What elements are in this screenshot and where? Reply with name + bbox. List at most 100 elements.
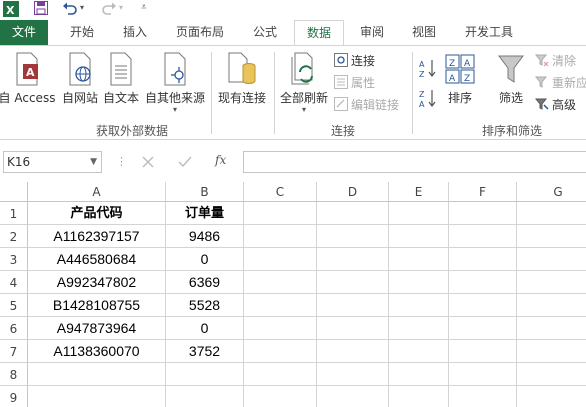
cell-c3[interactable] <box>244 248 317 271</box>
cell-d6[interactable] <box>317 317 389 340</box>
column-header-g[interactable]: G <box>517 182 586 202</box>
cell-a4[interactable]: A992347802 <box>28 271 166 294</box>
cell-a1[interactable]: 产品代码 <box>28 202 166 225</box>
cell-c5[interactable] <box>244 294 317 317</box>
enter-check-icon[interactable] <box>178 156 192 168</box>
cell-e2[interactable] <box>389 225 449 248</box>
cell-e8[interactable] <box>389 363 449 386</box>
row-header-3[interactable]: 3 <box>0 248 28 271</box>
cell-f8[interactable] <box>449 363 517 386</box>
column-header-c[interactable]: C <box>244 182 317 202</box>
insert-function-icon[interactable]: fx <box>215 153 226 167</box>
tab-view[interactable]: 视图 <box>400 20 448 45</box>
existing-connections-button[interactable]: 现有连接 <box>214 52 270 106</box>
cell-e4[interactable] <box>389 271 449 294</box>
refresh-all-button[interactable]: 全部刷新 ▾ <box>277 52 331 114</box>
cell-a2[interactable]: A1162397157 <box>28 225 166 248</box>
cell-c4[interactable] <box>244 271 317 294</box>
row-header-2[interactable]: 2 <box>0 225 28 248</box>
tab-formulas[interactable]: 公式 <box>240 20 290 45</box>
cell-a8[interactable] <box>28 363 166 386</box>
cell-f5[interactable] <box>449 294 517 317</box>
cell-g1[interactable] <box>517 202 586 225</box>
chevron-down-icon[interactable]: ▼ <box>90 152 97 172</box>
column-header-a[interactable]: A <box>28 182 166 202</box>
from-web-button[interactable]: 自网站 <box>60 52 100 106</box>
cell-c6[interactable] <box>244 317 317 340</box>
row-header-1[interactable]: 1 <box>0 202 28 225</box>
cell-b1[interactable]: 订单量 <box>166 202 244 225</box>
row-header-9[interactable]: 9 <box>0 386 28 407</box>
cell-e3[interactable] <box>389 248 449 271</box>
cell-f7[interactable] <box>449 340 517 363</box>
edit-links-button[interactable]: 编辑链接 <box>334 96 399 114</box>
cell-c7[interactable] <box>244 340 317 363</box>
from-other-sources-button[interactable]: 自其他来源 ▾ <box>142 52 208 114</box>
cell-e5[interactable] <box>389 294 449 317</box>
cell-f1[interactable] <box>449 202 517 225</box>
from-access-button[interactable]: A 自 Access <box>0 52 56 106</box>
cell-g5[interactable] <box>517 294 586 317</box>
cell-b4[interactable]: 6369 <box>166 271 244 294</box>
clear-filter-button[interactable]: 清除 <box>535 52 576 70</box>
undo-icon[interactable] <box>62 1 78 15</box>
name-box[interactable]: K16 ▼ <box>3 151 102 173</box>
advanced-filter-button[interactable]: 高级 <box>535 96 576 114</box>
row-header-7[interactable]: 7 <box>0 340 28 363</box>
cell-d7[interactable] <box>317 340 389 363</box>
cell-g8[interactable] <box>517 363 586 386</box>
cell-a7[interactable]: A1138360070 <box>28 340 166 363</box>
cell-d8[interactable] <box>317 363 389 386</box>
cell-g9[interactable] <box>517 386 586 407</box>
tab-page-layout[interactable]: 页面布局 <box>162 20 238 45</box>
cancel-icon[interactable] <box>142 156 154 168</box>
cell-b2[interactable]: 9486 <box>166 225 244 248</box>
cell-b5[interactable]: 5528 <box>166 294 244 317</box>
cell-g7[interactable] <box>517 340 586 363</box>
cell-d9[interactable] <box>317 386 389 407</box>
cell-g3[interactable] <box>517 248 586 271</box>
cell-c8[interactable] <box>244 363 317 386</box>
cell-e1[interactable] <box>389 202 449 225</box>
tab-home[interactable]: 开始 <box>56 20 108 45</box>
cell-c9[interactable] <box>244 386 317 407</box>
sort-button[interactable]: Z A A Z 排序 <box>440 52 480 106</box>
column-header-e[interactable]: E <box>389 182 449 202</box>
cell-f6[interactable] <box>449 317 517 340</box>
tab-file[interactable]: 文件 <box>0 20 48 45</box>
row-header-4[interactable]: 4 <box>0 271 28 294</box>
cell-b3[interactable]: 0 <box>166 248 244 271</box>
cell-c1[interactable] <box>244 202 317 225</box>
tab-insert[interactable]: 插入 <box>110 20 160 45</box>
cell-d2[interactable] <box>317 225 389 248</box>
cell-b8[interactable] <box>166 363 244 386</box>
row-header-8[interactable]: 8 <box>0 363 28 386</box>
cell-f3[interactable] <box>449 248 517 271</box>
from-text-button[interactable]: 自文本 <box>101 52 141 106</box>
cell-a5[interactable]: B1428108755 <box>28 294 166 317</box>
cell-g2[interactable] <box>517 225 586 248</box>
column-header-b[interactable]: B <box>166 182 244 202</box>
filter-button[interactable]: 筛选 <box>493 52 529 106</box>
cell-f9[interactable] <box>449 386 517 407</box>
cell-a6[interactable]: A947873964 <box>28 317 166 340</box>
formula-input[interactable] <box>243 151 586 173</box>
cell-d5[interactable] <box>317 294 389 317</box>
column-header-d[interactable]: D <box>317 182 389 202</box>
cell-e9[interactable] <box>389 386 449 407</box>
customize-toolbar-icon[interactable]: ⩡ <box>141 2 147 13</box>
cell-b9[interactable] <box>166 386 244 407</box>
properties-button[interactable]: 属性 <box>334 74 375 92</box>
cell-d1[interactable] <box>317 202 389 225</box>
cell-a9[interactable] <box>28 386 166 407</box>
row-header-6[interactable]: 6 <box>0 317 28 340</box>
reapply-button[interactable]: 重新应 <box>535 74 586 92</box>
cell-e6[interactable] <box>389 317 449 340</box>
cell-a3[interactable]: A446580684 <box>28 248 166 271</box>
tab-developer[interactable]: 开发工具 <box>454 20 524 45</box>
cell-c2[interactable] <box>244 225 317 248</box>
tab-review[interactable]: 审阅 <box>348 20 396 45</box>
select-all-corner[interactable] <box>0 182 28 202</box>
save-icon[interactable] <box>34 1 48 15</box>
tab-data[interactable]: 数据 <box>294 20 344 45</box>
